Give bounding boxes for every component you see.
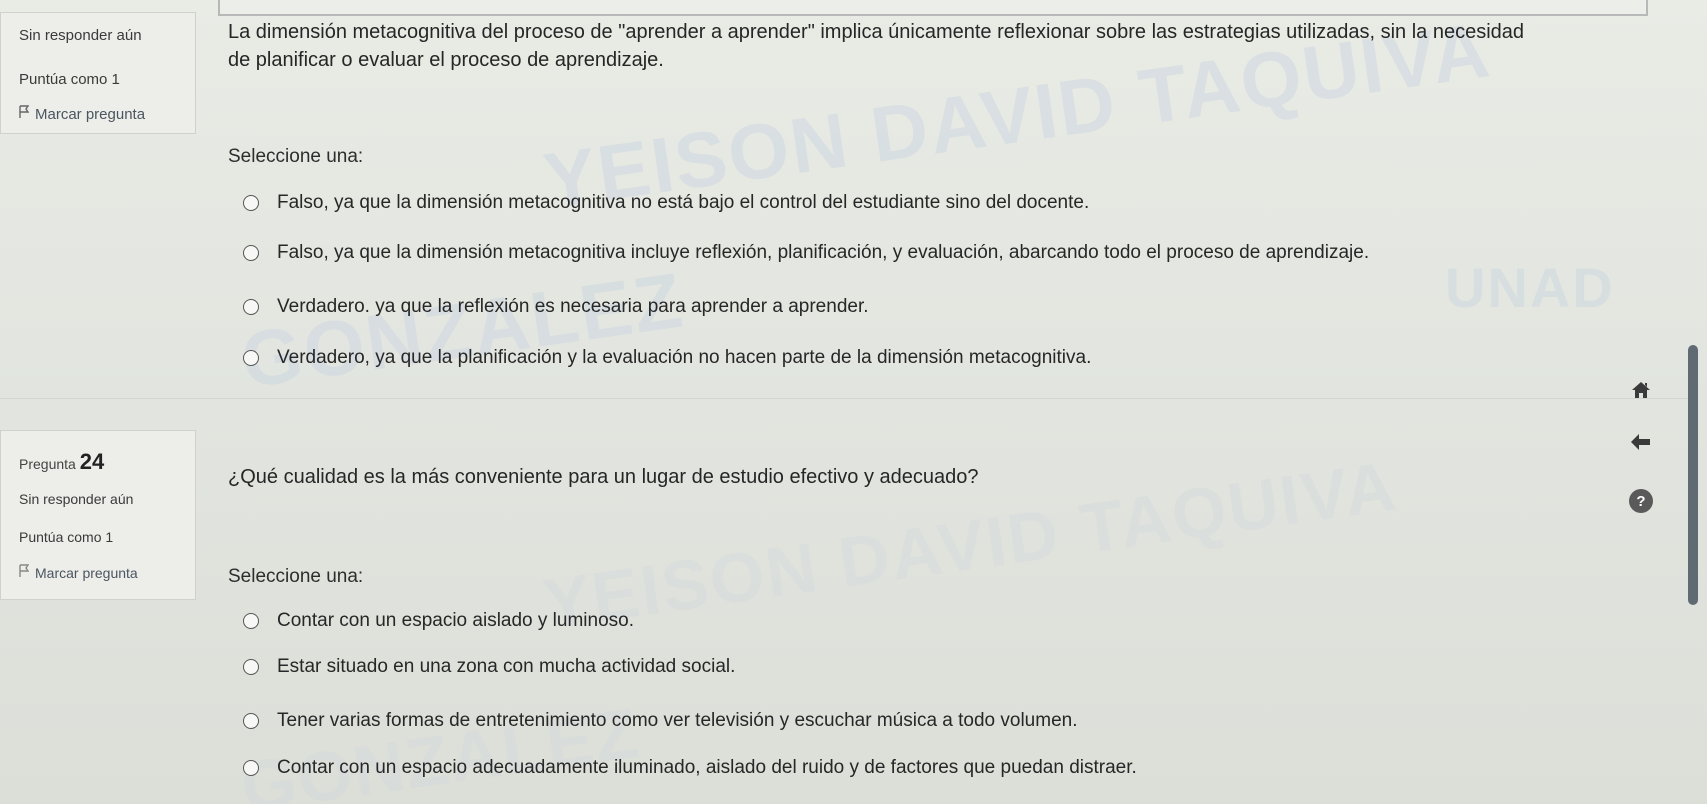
radio-button[interactable] bbox=[243, 613, 259, 629]
radio-button[interactable] bbox=[243, 659, 259, 675]
question-status: Sin responder aún bbox=[19, 27, 142, 44]
question-status: Sin responder aún bbox=[19, 491, 134, 507]
answer-option-23-b[interactable]: Falso, ya que la dimensión metacognitiva… bbox=[243, 242, 1369, 264]
question-number-value: 24 bbox=[79, 449, 105, 474]
radio-button[interactable] bbox=[243, 245, 259, 261]
watermark-surname-upper: GONZALEZ bbox=[236, 254, 689, 406]
answer-option-24-a[interactable]: Contar con un espacio aislado y luminoso… bbox=[243, 610, 634, 632]
question-divider bbox=[0, 398, 1690, 399]
answer-option-24-c[interactable]: Tener varias formas de entretenimiento c… bbox=[243, 710, 1078, 732]
flag-question-link[interactable]: Marcar pregunta bbox=[19, 564, 138, 581]
answer-option-23-d[interactable]: Verdadero, ya que la planificación y la … bbox=[243, 347, 1091, 369]
question-number-label: Pregunta bbox=[19, 456, 76, 472]
home-button[interactable] bbox=[1625, 378, 1657, 406]
home-icon bbox=[1630, 380, 1652, 405]
radio-button[interactable] bbox=[243, 760, 259, 776]
question-info-23: Sin responder aún Puntúa como 1 Marcar p… bbox=[0, 12, 196, 134]
question-circle-icon: ? bbox=[1629, 489, 1653, 513]
question-text-24: ¿Qué cualidad es la más conveniente para… bbox=[228, 466, 979, 488]
help-button[interactable]: ? bbox=[1625, 487, 1657, 515]
question-info-24: Pregunta 24 Sin responder aún Puntúa com… bbox=[0, 430, 196, 600]
question-number: Pregunta 24 bbox=[19, 449, 104, 475]
page-scrollbar[interactable] bbox=[1688, 345, 1698, 605]
back-button[interactable] bbox=[1625, 430, 1657, 458]
answer-option-text: Falso, ya que la dimensión metacognitiva… bbox=[277, 192, 1090, 213]
watermark-text: GONZALEZ bbox=[235, 255, 689, 405]
question-points: Puntúa como 1 bbox=[19, 529, 114, 545]
answer-option-text: Falso, ya que la dimensión metacognitiva… bbox=[277, 242, 1370, 263]
quiz-page: YEISON DAVID TAQUIVA GONZALEZ UNAD YEISO… bbox=[0, 0, 1707, 804]
question-text-23: La dimensión metacognitiva del proceso d… bbox=[228, 18, 1524, 74]
answer-option-24-d[interactable]: Contar con un espacio adecuadamente ilum… bbox=[243, 757, 1137, 779]
question-text-line: La dimensión metacognitiva del proceso d… bbox=[228, 21, 1525, 43]
question-points: Puntúa como 1 bbox=[19, 71, 120, 88]
flag-icon bbox=[19, 564, 30, 581]
answer-option-23-c[interactable]: Verdadero. ya que la reflexión es necesa… bbox=[243, 296, 869, 318]
flag-icon bbox=[19, 105, 30, 123]
previous-question-frame bbox=[218, 0, 1648, 16]
radio-button[interactable] bbox=[243, 299, 259, 315]
select-one-label: Seleccione una: bbox=[228, 146, 364, 167]
arrow-left-icon bbox=[1630, 433, 1652, 456]
select-one-label: Seleccione una: bbox=[228, 566, 364, 587]
flag-question-label: Marcar pregunta bbox=[35, 565, 138, 581]
radio-button[interactable] bbox=[243, 713, 259, 729]
answer-option-text: Tener varias formas de entretenimiento c… bbox=[277, 710, 1078, 731]
radio-button[interactable] bbox=[243, 195, 259, 211]
answer-option-23-a[interactable]: Falso, ya que la dimensión metacognitiva… bbox=[243, 192, 1089, 214]
watermark-logo-upper: UNAD bbox=[1445, 255, 1615, 320]
flag-question-label: Marcar pregunta bbox=[35, 106, 146, 123]
answer-option-text: Verdadero, ya que la planificación y la … bbox=[277, 347, 1092, 368]
previous-question-edge bbox=[0, 0, 1707, 16]
answer-option-text: Estar situado en una zona con mucha acti… bbox=[277, 656, 736, 677]
answer-option-text: Contar con un espacio adecuadamente ilum… bbox=[277, 757, 1137, 778]
radio-button[interactable] bbox=[243, 350, 259, 366]
answer-option-text: Contar con un espacio aislado y luminoso… bbox=[277, 610, 634, 631]
watermark-text: UNAD bbox=[1445, 256, 1615, 319]
question-text-line: de planificar o evaluar el proceso de ap… bbox=[228, 49, 664, 71]
answer-option-24-b[interactable]: Estar situado en una zona con mucha acti… bbox=[243, 656, 735, 678]
flag-question-link[interactable]: Marcar pregunta bbox=[19, 105, 145, 123]
answer-option-text: Verdadero. ya que la reflexión es necesa… bbox=[277, 296, 869, 317]
